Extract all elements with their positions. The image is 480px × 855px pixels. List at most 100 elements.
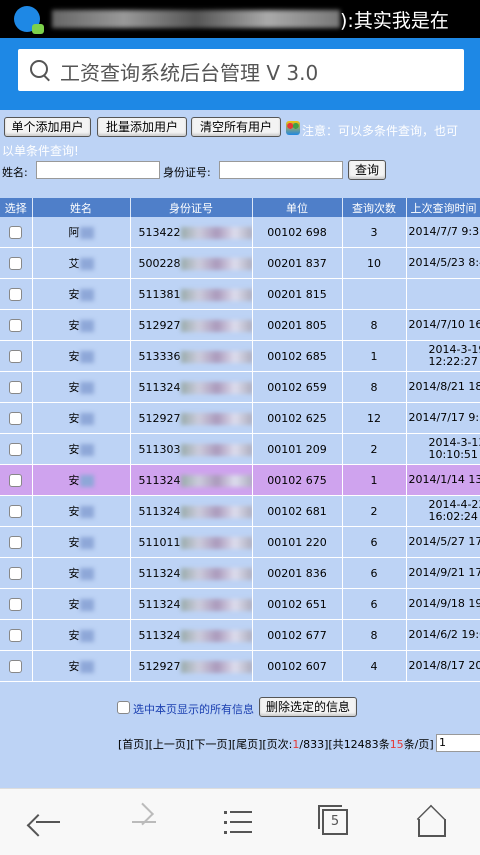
name-cell[interactable]: 安 (32, 371, 131, 403)
id-cell: 511011 (130, 526, 253, 558)
delete-selected-button[interactable]: 删除选定的信息 (259, 697, 357, 717)
time-text: 2014/8/21 18:0 (408, 380, 480, 393)
row-checkbox[interactable] (9, 659, 23, 673)
id-number-input[interactable] (219, 161, 343, 179)
menu-icon (224, 811, 252, 834)
blurred-name (79, 382, 94, 394)
header-last-query-time: 上次查询时间 (406, 198, 480, 217)
page-info-prefix: [页次: (262, 738, 293, 751)
blurred-name (79, 227, 94, 239)
unit-cell: 00102 681 (252, 495, 343, 527)
id-text: 511381 (138, 287, 181, 301)
name-cell[interactable]: 安 (32, 433, 131, 465)
name-cell[interactable]: 安 (32, 402, 131, 434)
name-text: 艾 (68, 257, 80, 270)
blurred-id (180, 598, 251, 611)
count-cell: 3 (342, 217, 407, 248)
id-cell: 511324 (130, 588, 253, 620)
table-row: 安 511381 00201 815 (0, 278, 480, 310)
tabs-button[interactable]: 5 (288, 789, 384, 855)
goto-page-input[interactable]: 1 (436, 734, 480, 752)
name-cell[interactable]: 安 (32, 464, 131, 496)
first-page-link[interactable]: [首页] (118, 738, 149, 751)
row-checkbox[interactable] (9, 504, 23, 518)
table-row: 安 511324 00102 65162014/9/18 19:4 (0, 588, 480, 620)
id-cell: 500228 (130, 247, 253, 279)
menu-button[interactable] (192, 789, 288, 855)
blurred-name (79, 537, 94, 549)
home-icon (418, 819, 446, 837)
row-checkbox[interactable] (9, 256, 23, 270)
time-cell: 2014/7/10 16:0 (406, 309, 480, 341)
users-icon (286, 121, 300, 135)
query-button[interactable]: 查询 (348, 160, 386, 180)
blurred-id (180, 319, 251, 332)
select-all-checkbox[interactable] (117, 701, 130, 714)
home-button[interactable] (384, 789, 480, 855)
tabs-icon: 5 (318, 805, 348, 835)
time-text: 2014/6/2 19:0 (408, 628, 480, 641)
table-row: 艾 500228 00201 837 10 2014/5/23 8:4 (0, 247, 480, 279)
row-checkbox[interactable] (9, 442, 23, 456)
clear-all-users-button[interactable]: 清空所有用户 (191, 117, 281, 137)
id-cell: 513336 (130, 340, 253, 372)
name-text: 安 (68, 505, 80, 518)
blurred-name (79, 630, 94, 642)
back-button[interactable] (0, 789, 96, 855)
name-cell[interactable]: 安 (32, 340, 131, 372)
name-cell[interactable]: 安 (32, 588, 131, 620)
name-cell[interactable]: 阿 (32, 217, 131, 248)
id-text: 511324 (138, 597, 181, 611)
blurred-id (180, 660, 251, 673)
table-row: 安 513336 00102 685 1 2014-3-19 12:22:27 (0, 340, 480, 372)
row-checkbox[interactable] (9, 318, 23, 332)
name-cell[interactable]: 安 (32, 495, 131, 527)
id-cell: 511303 (130, 433, 253, 465)
name-text: 安 (68, 567, 80, 580)
row-checkbox[interactable] (9, 225, 23, 239)
time-cell: 2014/7/7 9:35 (406, 217, 480, 248)
name-cell[interactable]: 安 (32, 557, 131, 589)
name-cell[interactable]: 安 (32, 278, 131, 310)
time-cell: 2014/6/2 19:0 (406, 619, 480, 651)
blurred-id (180, 350, 251, 363)
url-search-box[interactable]: 工资查询系统后台管理 V 3.0 (18, 49, 464, 91)
row-checkbox[interactable] (9, 473, 23, 487)
time-text: 2014/9/18 19:4 (408, 597, 480, 610)
name-text: 安 (68, 381, 80, 394)
row-checkbox[interactable] (9, 628, 23, 642)
blurred-id (180, 412, 251, 425)
name-cell[interactable]: 安 (32, 619, 131, 651)
name-input[interactable] (36, 161, 160, 179)
row-checkbox[interactable] (9, 287, 23, 301)
row-checkbox[interactable] (9, 597, 23, 611)
row-checkbox[interactable] (9, 411, 23, 425)
add-batch-users-button[interactable]: 批量添加用户 (97, 117, 187, 137)
id-text: 511324 (138, 380, 181, 394)
count-cell: 6 (342, 526, 407, 558)
name-cell[interactable]: 安 (32, 650, 131, 682)
count-cell: 8 (342, 619, 407, 651)
unit-cell: 00102 625 (252, 402, 343, 434)
name-cell[interactable]: 安 (32, 526, 131, 558)
row-select-cell (0, 650, 33, 682)
name-cell[interactable]: 安 (32, 309, 131, 341)
header-select: 选择 (0, 198, 33, 217)
name-cell[interactable]: 艾 (32, 247, 131, 279)
id-text: 511324 (138, 504, 181, 518)
time-cell: 2014-3-19 12:22:27 (406, 340, 480, 372)
add-single-user-button[interactable]: 单个添加用户 (4, 117, 91, 137)
row-checkbox[interactable] (9, 380, 23, 394)
header-unit: 单位 (252, 198, 343, 217)
row-checkbox[interactable] (9, 566, 23, 580)
next-page-link[interactable]: [下一页] (190, 738, 232, 751)
name-text: 安 (68, 629, 80, 642)
last-page-link[interactable]: [尾页] (232, 738, 263, 751)
row-checkbox[interactable] (9, 349, 23, 363)
blurred-name (79, 258, 94, 270)
forward-button[interactable] (96, 789, 192, 855)
row-checkbox[interactable] (9, 535, 23, 549)
table-row: 安 511324 00201 83662014/9/21 17:4 (0, 557, 480, 589)
blurred-id (180, 536, 251, 549)
prev-page-link[interactable]: [上一页] (149, 738, 191, 751)
